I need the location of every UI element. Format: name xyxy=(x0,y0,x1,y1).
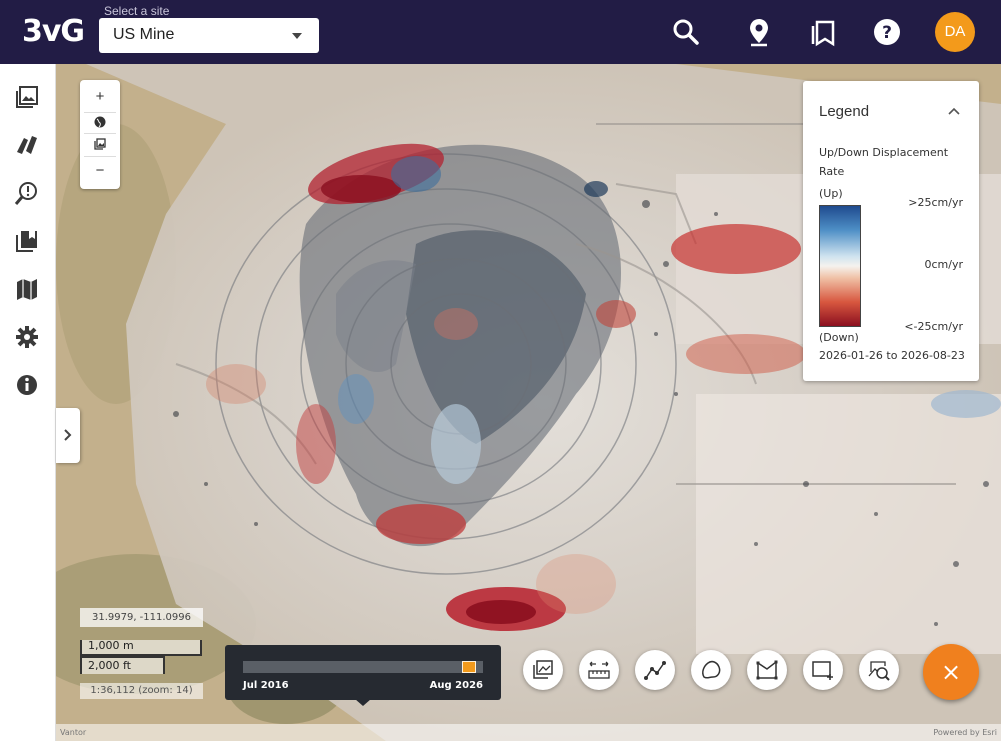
svg-text:?: ? xyxy=(882,23,892,43)
expand-panel-button[interactable] xyxy=(56,408,80,463)
image-icon[interactable] xyxy=(94,138,106,150)
left-sidebar xyxy=(0,64,56,741)
timeline-slider: Jul 2016 Aug 2026 xyxy=(225,645,501,706)
scale-bar-metric: 1,000 m xyxy=(80,640,202,656)
add-rectangle-icon xyxy=(812,661,833,680)
top-bar: 3vG Select a site US Mine ? DA xyxy=(0,0,1001,64)
legend-date-range: 2026-01-26 to 2026-08-23 xyxy=(819,349,965,362)
attribution-right[interactable]: Powered by Esri xyxy=(933,724,997,741)
area-profile-button[interactable] xyxy=(747,650,787,690)
scale-bar-imperial: 2,000 ft xyxy=(80,656,165,674)
area-profile-icon xyxy=(756,660,778,680)
legend-subtitle: Up/Down Displacement Rate xyxy=(819,146,949,178)
info-icon[interactable] xyxy=(14,372,40,398)
zoom-controls: + − xyxy=(80,80,120,189)
reports-icon[interactable] xyxy=(14,228,40,254)
legend-min-label: <-25cm/yr xyxy=(904,320,963,333)
measure-distance-button[interactable] xyxy=(579,650,619,690)
scale-ratio: 1:36,112 (zoom: 14) xyxy=(80,683,203,699)
user-avatar[interactable]: DA xyxy=(935,12,975,52)
search-icon[interactable] xyxy=(670,16,702,48)
polyline-icon xyxy=(644,661,666,680)
map-icon[interactable] xyxy=(14,276,40,302)
legend-title: Legend xyxy=(819,103,870,120)
map-attribution: Vantor Powered by Esri xyxy=(56,724,1001,741)
timeline-handle[interactable] xyxy=(462,661,477,673)
legend-panel: Legend Up/Down Displacement Rate (Up) >2… xyxy=(803,81,979,381)
bookmarks-icon[interactable] xyxy=(807,16,839,48)
image-compare-icon xyxy=(533,660,553,679)
globe-icon[interactable] xyxy=(94,116,106,128)
app-logo[interactable]: 3vG xyxy=(22,14,85,50)
chevron-right-icon xyxy=(64,429,72,441)
measure-distance-icon xyxy=(588,661,610,679)
legend-down-label: (Down) xyxy=(819,331,859,344)
zoom-in-button[interactable]: + xyxy=(80,86,120,108)
polygon-freehand-button[interactable] xyxy=(691,650,731,690)
site-select[interactable]: US Mine xyxy=(99,18,319,53)
timeline-pointer xyxy=(355,699,371,706)
add-rectangle-button[interactable] xyxy=(803,650,843,690)
cursor-coordinates: 31.9979, -111.0996 xyxy=(80,608,203,627)
close-tools-button[interactable]: × xyxy=(923,644,979,700)
help-icon[interactable]: ? xyxy=(871,16,903,48)
divider xyxy=(84,112,116,113)
polygon-freehand-icon xyxy=(702,660,721,679)
location-pin-icon[interactable] xyxy=(743,16,775,48)
images-icon[interactable] xyxy=(14,84,40,110)
image-search-icon xyxy=(868,661,890,681)
legend-mid-label: 0cm/yr xyxy=(924,258,964,271)
chevron-down-icon xyxy=(292,33,302,39)
chevron-up-icon[interactable] xyxy=(948,107,960,115)
legend-up-label: (Up) xyxy=(819,187,843,200)
legend-max-label: >25cm/yr xyxy=(908,196,963,209)
layers-icon[interactable] xyxy=(14,132,40,158)
site-select-label: Select a site xyxy=(104,4,170,18)
timeline-start-label: Jul 2016 xyxy=(243,680,289,691)
timeline-end-label: Aug 2026 xyxy=(429,680,483,691)
polyline-button[interactable] xyxy=(635,650,675,690)
attribution-left: Vantor xyxy=(60,728,87,737)
site-select-value: US Mine xyxy=(113,26,175,43)
divider xyxy=(84,133,116,134)
legend-color-ramp xyxy=(819,205,861,327)
image-search-button[interactable] xyxy=(859,650,899,690)
divider xyxy=(84,156,116,157)
settings-icon[interactable] xyxy=(14,324,40,350)
zoom-out-button[interactable]: − xyxy=(80,160,120,182)
image-compare-button[interactable] xyxy=(523,650,563,690)
timeline-track[interactable] xyxy=(243,661,483,673)
alerts-search-icon[interactable] xyxy=(14,180,40,206)
